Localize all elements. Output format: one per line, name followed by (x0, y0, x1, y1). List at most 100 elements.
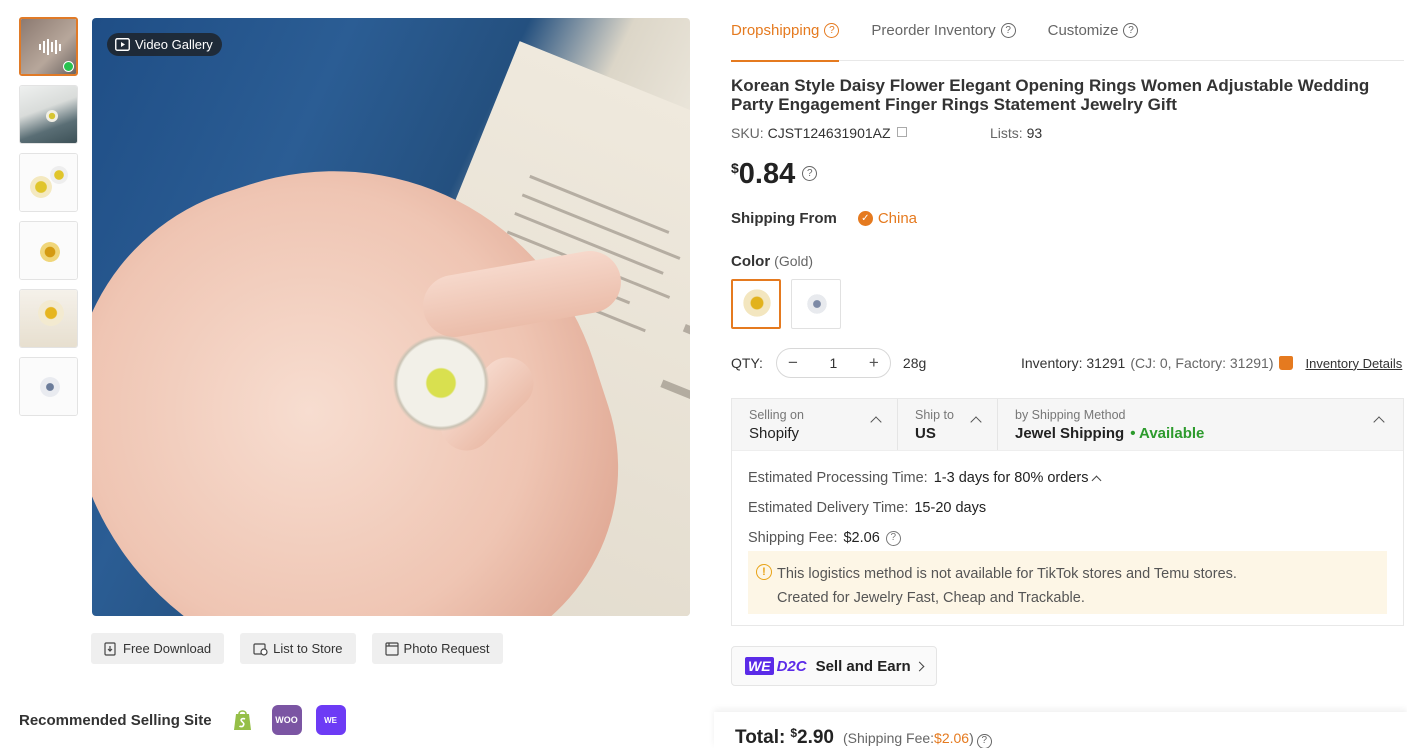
inventory-label: Inventory: (1021, 355, 1083, 371)
shipping-method-select[interactable]: by Shipping Method Jewel Shipping • Avail… (998, 399, 1403, 450)
delivery-value: 15-20 days (914, 500, 987, 516)
shipping-method-value: Jewel Shipping (1015, 425, 1125, 442)
photo-request-label: Photo Request (403, 641, 490, 656)
shipping-from-option[interactable]: ✓ China (857, 210, 917, 227)
image-actions: Free Download List to Store Photo Reques… (91, 633, 503, 664)
availability-status: • Available (1130, 425, 1205, 442)
warning-icon: ! (756, 564, 772, 580)
selling-on-select[interactable]: Selling on Shopify (732, 399, 898, 450)
woo-logo-icon: WOO (275, 715, 298, 725)
shipping-panel: Selling on Shopify Ship to US by Shippin… (731, 398, 1404, 626)
selling-on-value: Shopify (749, 425, 800, 442)
shopify-icon[interactable] (227, 705, 258, 735)
decrease-button[interactable]: − (787, 353, 799, 373)
delivery-label: Estimated Delivery Time: (748, 500, 909, 516)
increase-button[interactable]: + (868, 353, 880, 373)
notice-line-1: This logistics method is not available f… (777, 566, 1237, 582)
photo-icon (384, 641, 399, 656)
swatch-image (807, 294, 827, 314)
wed2c-logo-icon: WE (324, 715, 337, 725)
total-summary: Total: $ 2.90 (Shipping Fee: $2.06) ? (735, 726, 992, 748)
color-row: Color (Gold) (731, 253, 813, 270)
price-amount: 0.84 (738, 158, 796, 190)
inventory-breakdown: (CJ: 0, Factory: 31291) (1130, 355, 1274, 371)
photo-request-button[interactable]: Photo Request (371, 633, 503, 664)
chevron-up-icon[interactable] (1092, 475, 1102, 485)
free-download-label: Free Download (123, 641, 212, 656)
list-to-store-label: List to Store (273, 641, 343, 656)
delivery-time-row: Estimated Delivery Time: 15-20 days (748, 493, 1403, 523)
product-weight: 28g (902, 355, 927, 371)
ring-flower (40, 242, 60, 262)
thumbnail-3[interactable] (19, 153, 78, 212)
lists-value: 93 (1026, 125, 1043, 141)
total-amount: 2.90 (797, 727, 834, 748)
shipping-from-label: Shipping From (731, 210, 837, 227)
download-icon (104, 641, 116, 656)
copy-icon[interactable] (896, 127, 907, 137)
video-wave-icon (39, 39, 61, 55)
list-to-store-button[interactable]: List to Store (240, 633, 356, 664)
video-gallery-label: Video Gallery (135, 37, 213, 52)
color-swatches (731, 279, 841, 329)
total-fee-prefix: (Shipping Fee: (842, 730, 935, 746)
ship-to-select[interactable]: Ship to US (898, 399, 998, 450)
we-logo: WE (745, 657, 774, 675)
tab-preorder-inventory[interactable]: Preorder Inventory ? (871, 0, 1016, 61)
notice-line-2: Created for Jewelry Fast, Cheap and Trac… (777, 590, 1085, 606)
main-product-image[interactable]: Video Gallery (92, 18, 690, 616)
sku-value: CJST124631901AZ (767, 125, 891, 141)
help-icon[interactable]: ? (802, 166, 818, 181)
recommended-selling-site: Recommended Selling Site WOO WE (19, 705, 346, 735)
ship-to-label: Ship to (915, 408, 954, 422)
ring-flower (50, 166, 68, 184)
thumbnail-list (19, 17, 79, 425)
thumbnail-4[interactable] (19, 221, 78, 280)
help-icon[interactable]: ? (1000, 23, 1016, 38)
swatch-silver[interactable] (791, 279, 841, 329)
thumbnail-2[interactable] (19, 85, 78, 144)
video-gallery-icon (115, 38, 130, 51)
swatch-image (743, 289, 771, 317)
ring-flower (30, 176, 52, 198)
help-icon[interactable]: ? (824, 23, 840, 38)
logistics-notice: ! This logistics method is not available… (748, 551, 1387, 614)
swatch-gold[interactable] (731, 279, 781, 329)
qty-label: QTY: (731, 355, 763, 371)
total-shipping-fee: $2.06 (934, 730, 970, 746)
wed2c-icon[interactable]: WE (315, 705, 346, 735)
free-download-button[interactable]: Free Download (91, 633, 225, 664)
status-dot-icon (63, 61, 74, 72)
ship-to-value: US (915, 425, 936, 442)
d2c-logo: D2C (776, 657, 807, 675)
ring-flower (38, 300, 64, 326)
product-title: Korean Style Daisy Flower Elegant Openin… (731, 76, 1370, 114)
tab-label: Customize (1047, 22, 1119, 39)
ring-flower (46, 110, 58, 122)
thumbnail-6[interactable] (19, 357, 78, 416)
video-gallery-button[interactable]: Video Gallery (107, 33, 222, 56)
woocommerce-icon[interactable]: WOO (271, 705, 302, 735)
lists-label: Lists: (990, 125, 1023, 141)
thumbnail-5[interactable] (19, 289, 78, 348)
tab-label: Dropshipping (731, 22, 820, 39)
recommended-label: Recommended Selling Site (19, 711, 212, 729)
inventory-details-link[interactable]: Inventory Details (1305, 356, 1402, 371)
help-icon[interactable]: ? (1123, 23, 1139, 38)
inventory: Inventory: 31291 (CJ: 0, Factory: 31291)… (1021, 348, 1402, 378)
d2c-sell-and-earn-button[interactable]: WE D2C Sell and Earn (731, 646, 937, 686)
tab-customize[interactable]: Customize ? (1048, 0, 1139, 61)
tab-dropshipping[interactable]: Dropshipping ? (731, 0, 840, 62)
purchase-mode-tabs: Dropshipping ? Preorder Inventory ? Cust… (731, 0, 1404, 62)
quantity-row: QTY: − 1 + 28g Inventory: 31291 (CJ: 0, … (731, 348, 1404, 378)
help-icon[interactable]: ? (976, 733, 992, 748)
sku-row: SKU: CJST124631901AZ (731, 125, 907, 141)
thumbnail-video[interactable] (19, 17, 78, 76)
inventory-value: 31291 (1086, 355, 1126, 371)
lists-count: Lists: 93 (990, 125, 1042, 141)
sku-label: SKU: (731, 125, 764, 141)
help-icon[interactable]: ? (885, 530, 901, 546)
quantity-stepper: − 1 + (775, 348, 891, 378)
price-currency: $ (731, 160, 739, 176)
quantity-input[interactable]: 1 (830, 355, 838, 371)
